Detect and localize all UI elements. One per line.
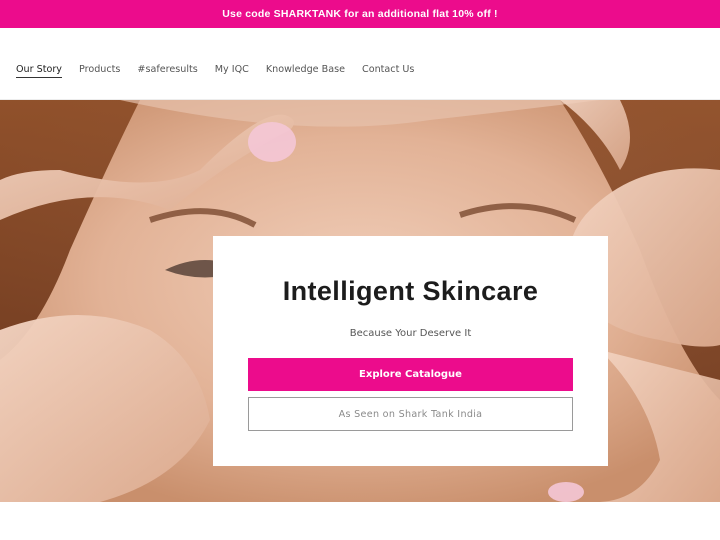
nav-item-knowledge-base: Knowledge Base — [266, 57, 345, 78]
nav-menu: Our Story Products #saferesults My IQC K… — [16, 57, 414, 78]
shark-tank-button[interactable]: As Seen on Shark Tank India — [248, 397, 573, 431]
announcement-text: Use code SHARKTANK for an additional fla… — [222, 8, 498, 20]
main-nav: Our Story Products #saferesults My IQC K… — [0, 28, 720, 100]
nav-link-products[interactable]: Products — [79, 64, 120, 76]
nav-item-saferesults: #saferesults — [137, 57, 197, 78]
nav-item-my-iqc: My IQC — [215, 57, 249, 78]
nav-link-our-story[interactable]: Our Story — [16, 64, 62, 78]
hero-banner: Intelligent Skincare Because Your Deserv… — [0, 100, 720, 502]
nav-link-saferesults[interactable]: #saferesults — [137, 64, 197, 76]
hero-title: Intelligent Skincare — [282, 276, 539, 306]
announcement-bar: Use code SHARKTANK for an additional fla… — [0, 0, 720, 28]
nav-link-contact-us[interactable]: Contact Us — [362, 64, 414, 76]
hero-card: Intelligent Skincare Because Your Deserv… — [213, 236, 608, 466]
nav-item-contact-us: Contact Us — [362, 57, 414, 78]
nav-item-products: Products — [79, 57, 120, 78]
hero-subtitle: Because Your Deserve It — [349, 328, 472, 339]
nav-link-my-iqc[interactable]: My IQC — [215, 64, 249, 76]
nav-link-knowledge-base[interactable]: Knowledge Base — [266, 64, 345, 76]
explore-catalogue-button[interactable]: Explore Catalogue — [248, 358, 573, 391]
nav-item-our-story: Our Story — [16, 57, 62, 78]
